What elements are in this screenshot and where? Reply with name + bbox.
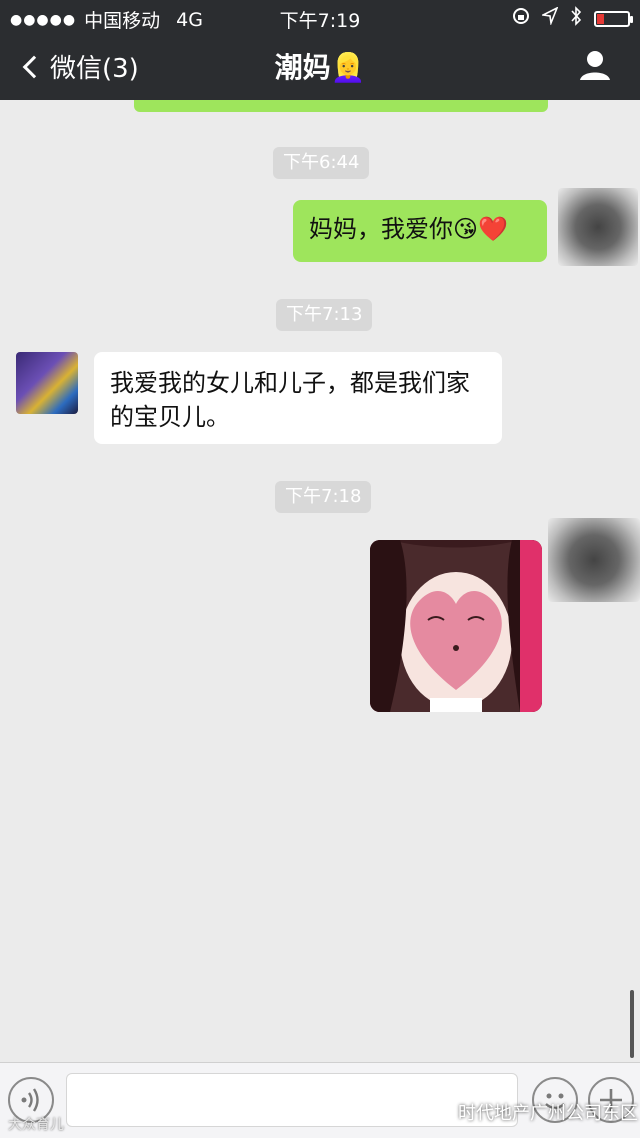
wechat-official-icon bbox=[430, 1098, 452, 1125]
timestamp: 下午7:13 bbox=[276, 299, 373, 331]
chat-area[interactable]: 下午6:44 妈妈，我爱你😘❤️ 下午7:13 我爱我的女儿和儿子，都是我们家的… bbox=[0, 100, 640, 1060]
contact-avatar[interactable] bbox=[16, 352, 78, 414]
status-right bbox=[512, 6, 633, 31]
message-bubble-received[interactable]: 我爱我的女儿和儿子，都是我们家的宝贝儿。 bbox=[94, 352, 502, 444]
timestamp: 下午7:18 bbox=[275, 481, 372, 513]
previous-message-bubble[interactable] bbox=[134, 100, 548, 112]
scrollbar[interactable] bbox=[630, 990, 634, 1058]
location-icon bbox=[540, 6, 559, 30]
sticker-message[interactable] bbox=[370, 540, 542, 712]
status-bar: ●●●●● 中国移动 4G 下午7:19 bbox=[0, 0, 640, 34]
top-bar: ●●●●● 中国移动 4G 下午7:19 微信(3) 潮妈👱‍♀️ bbox=[0, 0, 640, 100]
my-avatar[interactable] bbox=[548, 518, 640, 602]
profile-icon bbox=[580, 51, 610, 80]
watermark-right: 时代地产广州公司东区 bbox=[430, 1098, 638, 1125]
rotation-lock-icon bbox=[512, 7, 530, 30]
profile-button[interactable] bbox=[578, 48, 612, 82]
watermark-left: 大众育儿 bbox=[8, 1117, 64, 1133]
chat-title: 潮妈👱‍♀️ bbox=[274, 51, 366, 84]
watermark-right-text: 时代地产广州公司东区 bbox=[458, 1102, 638, 1124]
bluetooth-icon bbox=[570, 6, 582, 31]
nav-bar: 微信(3) 潮妈👱‍♀️ bbox=[0, 34, 640, 100]
sticker-image bbox=[370, 540, 542, 712]
timestamp: 下午6:44 bbox=[273, 147, 370, 179]
message-bubble-sent[interactable]: 妈妈，我爱你😘❤️ bbox=[293, 200, 547, 262]
my-avatar[interactable] bbox=[558, 188, 638, 266]
battery-icon bbox=[594, 10, 633, 27]
